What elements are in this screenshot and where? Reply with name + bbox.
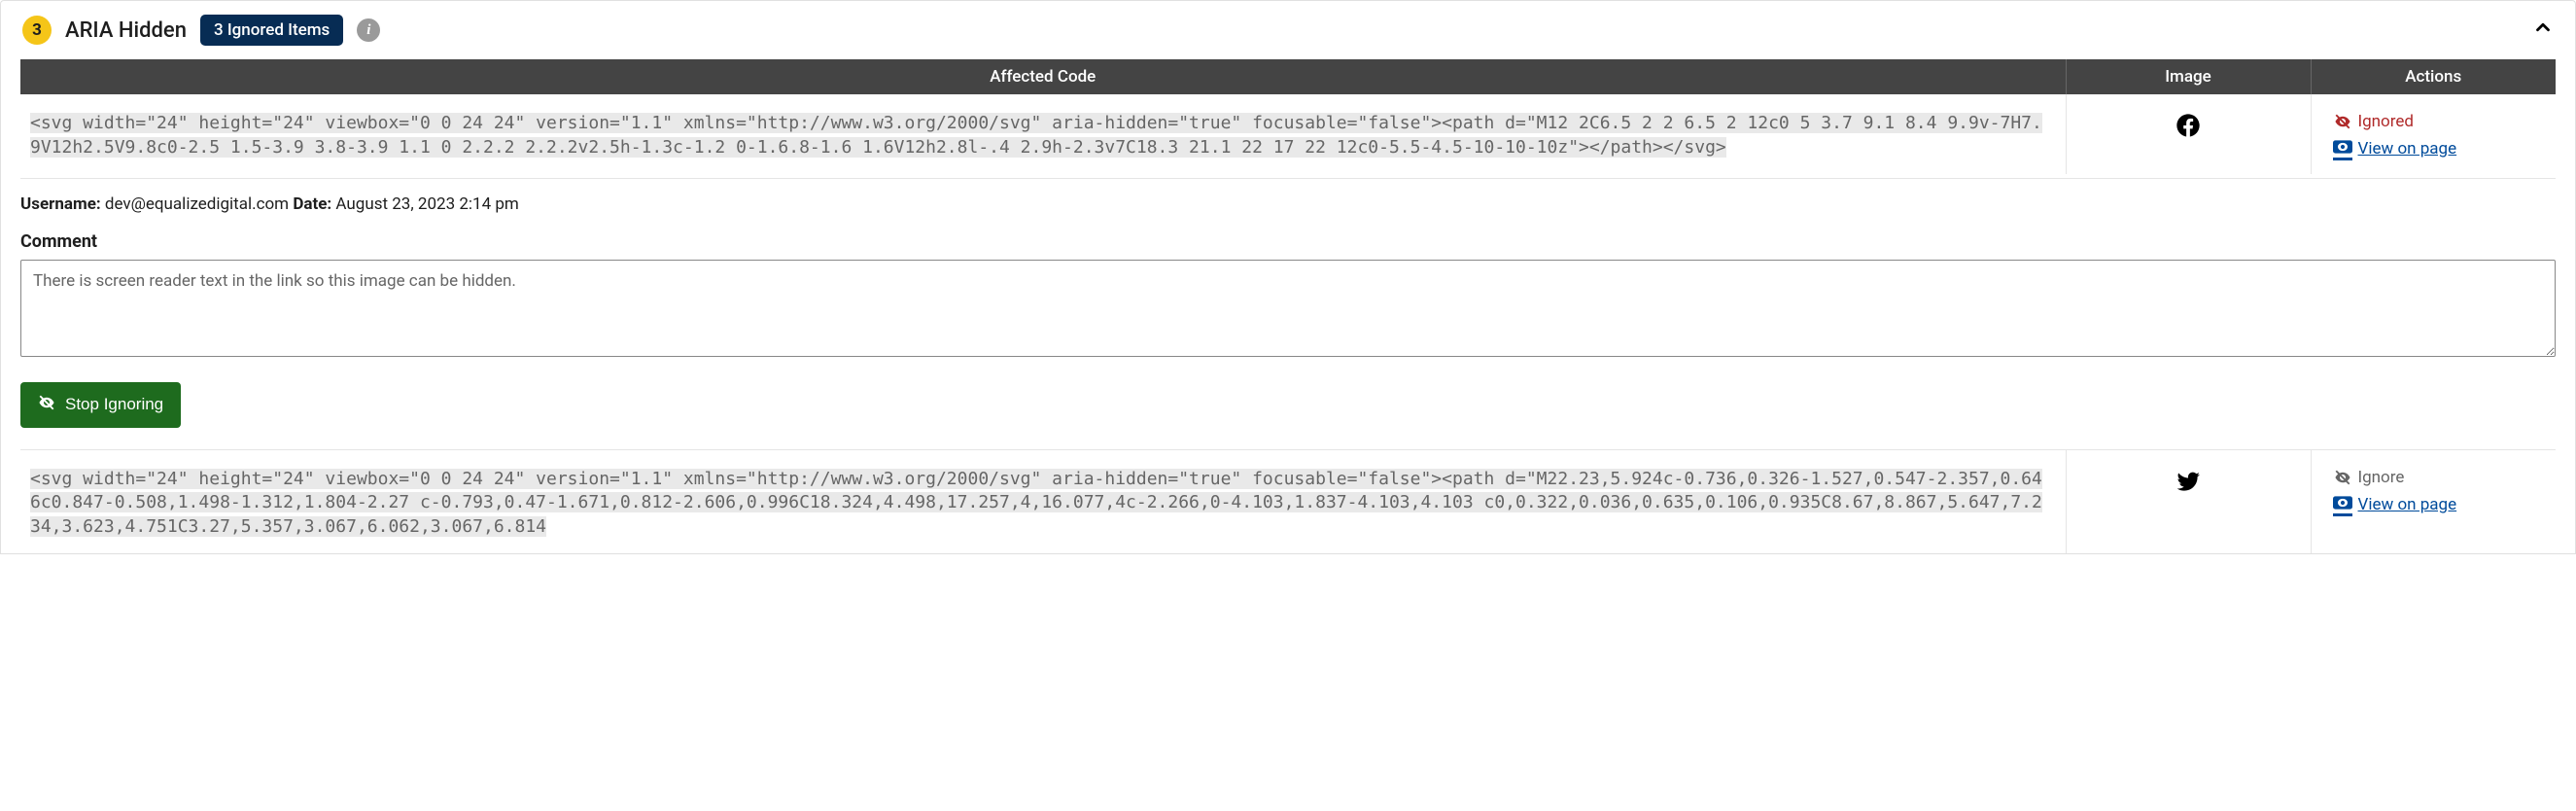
ignored-status: Ignored — [2333, 112, 2547, 131]
affected-code: <svg width="24" height="24" viewbox="0 0… — [30, 113, 2042, 158]
expanded-row: Username: dev@equalizedigital.com Date: … — [20, 174, 2556, 450]
stop-ignoring-button[interactable]: Stop Ignoring — [20, 382, 181, 428]
eye-icon — [2333, 137, 2352, 157]
issue-count-badge: 3 — [22, 16, 52, 45]
ignore-action[interactable]: Ignore — [2333, 468, 2547, 487]
comment-label: Comment — [20, 231, 2556, 252]
view-on-page-action[interactable]: View on page — [2333, 137, 2547, 160]
table-row: <svg width="24" height="24" viewbox="0 0… — [20, 449, 2556, 553]
eye-icon — [2333, 493, 2352, 512]
ignore-label: Ignore — [2358, 468, 2405, 487]
view-on-page-link[interactable]: View on page — [2358, 139, 2457, 159]
affected-code: <svg width="24" height="24" viewbox="0 0… — [30, 469, 2042, 538]
view-on-page-action[interactable]: View on page — [2333, 493, 2547, 516]
ignored-items-pill: 3 Ignored Items — [200, 15, 343, 46]
column-header-image: Image — [2066, 59, 2311, 94]
panel-header[interactable]: 3 ARIA Hidden 3 Ignored Items i — [1, 1, 2575, 59]
info-icon[interactable]: i — [357, 18, 380, 42]
facebook-icon — [2175, 124, 2202, 143]
ignored-icon — [2333, 112, 2352, 131]
ignored-label: Ignored — [2358, 112, 2414, 131]
twitter-icon — [2175, 480, 2202, 499]
view-on-page-link[interactable]: View on page — [2358, 495, 2457, 514]
comment-textarea[interactable]: There is screen reader text in the link … — [20, 260, 2556, 357]
ignore-metadata: Username: dev@equalizedigital.com Date: … — [20, 194, 2556, 214]
issues-table: Affected Code Image Actions <svg width="… — [20, 59, 2556, 553]
accessibility-issue-panel: 3 ARIA Hidden 3 Ignored Items i Affected… — [0, 0, 2576, 554]
table-row: <svg width="24" height="24" viewbox="0 0… — [20, 94, 2556, 174]
column-header-code: Affected Code — [20, 59, 2066, 94]
ignore-icon — [2333, 468, 2352, 487]
panel-title: ARIA Hidden — [65, 18, 187, 43]
column-header-actions: Actions — [2311, 59, 2556, 94]
chevron-up-icon[interactable] — [2532, 16, 2554, 45]
stop-ignoring-icon — [38, 394, 55, 416]
